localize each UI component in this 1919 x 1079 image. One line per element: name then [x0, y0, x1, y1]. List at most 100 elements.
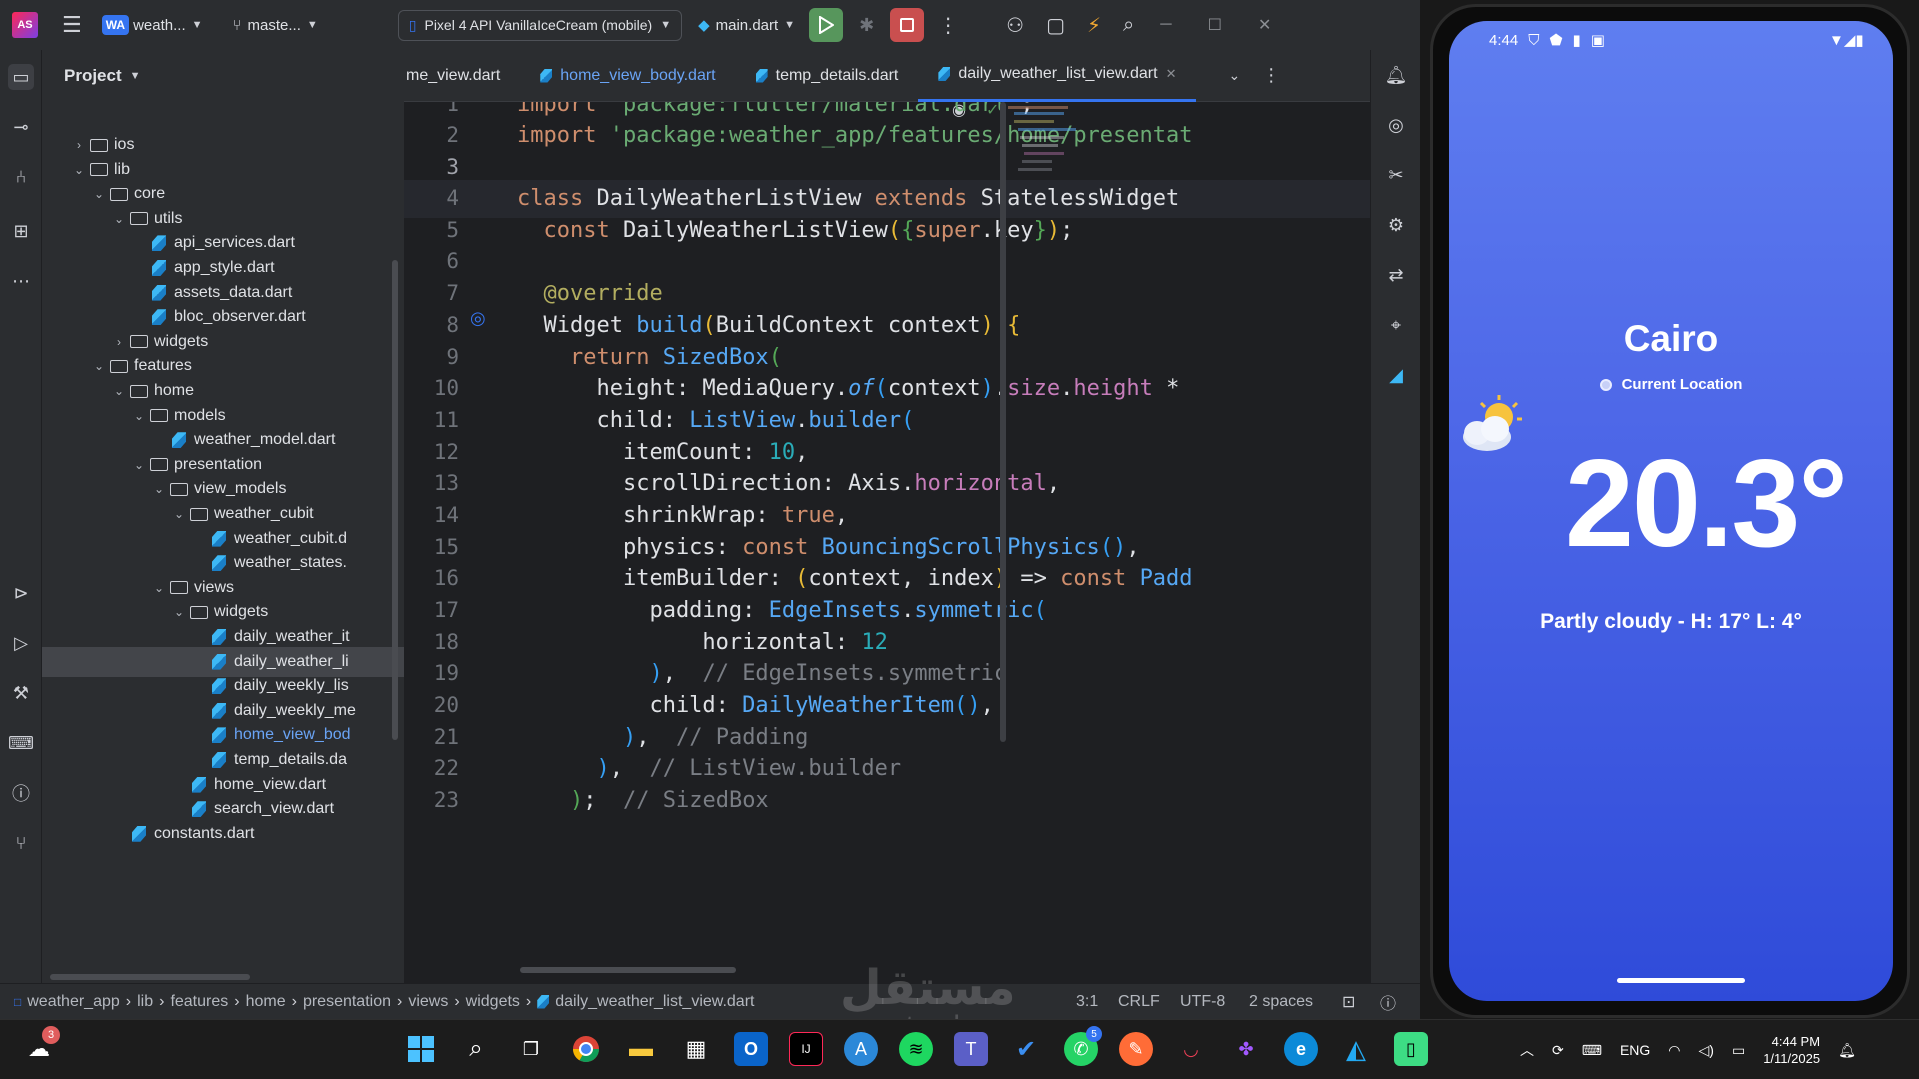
- pocket-icon[interactable]: ◡: [1174, 1032, 1208, 1066]
- volume-icon[interactable]: ◁): [1699, 1042, 1714, 1059]
- line-number[interactable]: 9: [404, 345, 459, 369]
- run-services-icon[interactable]: ⊳: [8, 580, 34, 606]
- search-icon[interactable]: ⌕: [459, 1032, 493, 1066]
- close-tab-icon[interactable]: ✕: [1166, 66, 1177, 82]
- chevron-down-icon[interactable]: ⌄: [172, 507, 186, 521]
- stop-button[interactable]: [890, 8, 925, 42]
- debug-icon[interactable]: ✱: [859, 15, 874, 36]
- line-number[interactable]: 1: [404, 102, 459, 116]
- terminal-icon[interactable]: ⌨: [8, 730, 34, 756]
- android-studio-icon[interactable]: IJ: [789, 1032, 823, 1066]
- phone-screen[interactable]: 4:44 ⛉ ⬟ ▮ ▣ ▼◢▮ Cairo Current Location: [1449, 21, 1893, 1001]
- line-number[interactable]: 10: [404, 376, 459, 400]
- edge-icon[interactable]: e: [1284, 1032, 1318, 1066]
- chevron-down-icon[interactable]: ⌄: [152, 482, 166, 496]
- line-number[interactable]: 22: [404, 756, 459, 780]
- cursor-position[interactable]: 3:1: [1076, 993, 1098, 1011]
- editor-vscrollbar[interactable]: [1000, 102, 1006, 742]
- sync-icon[interactable]: ⟳: [1552, 1042, 1564, 1059]
- project-panel-header[interactable]: Project ▼: [42, 50, 404, 102]
- teams-icon[interactable]: T: [954, 1032, 988, 1066]
- line-number[interactable]: 7: [404, 281, 459, 305]
- line-ending[interactable]: CRLF: [1118, 993, 1160, 1011]
- app-store-icon[interactable]: A: [844, 1032, 878, 1066]
- minimize-icon[interactable]: ─: [1160, 16, 1171, 34]
- weather-widget-icon[interactable]: ☁ 3: [22, 1026, 60, 1066]
- tabs-more-icon[interactable]: ⋮: [1262, 65, 1280, 86]
- chevron-down-icon[interactable]: ⌄: [172, 605, 186, 619]
- tab-home-view-body[interactable]: home_view_body.dart: [520, 50, 735, 102]
- editor-hscrollbar[interactable]: [520, 967, 736, 973]
- clock[interactable]: 4:44 PM 1/11/2025: [1763, 1033, 1820, 1067]
- close-icon[interactable]: ✕: [1258, 15, 1271, 35]
- breadcrumb-item[interactable]: features: [170, 993, 228, 1011]
- lock-icon[interactable]: ⊡: [1342, 992, 1355, 1012]
- run-tool-icon[interactable]: ▷: [8, 630, 34, 656]
- more-icon[interactable]: ⋮: [938, 13, 958, 38]
- chevron-right-icon[interactable]: ›: [72, 138, 86, 152]
- code-editor[interactable]: 1 2 3 4 5 6 7 8 9 10 11 12 13 14 15 16 17 18 19 20 21 22 23 ◎ …: [404, 102, 1370, 983]
- flutter-inspector-icon[interactable]: ✂: [1383, 162, 1409, 188]
- tree-hscrollbar[interactable]: [50, 974, 250, 980]
- device-explorer-icon[interactable]: ⚙: [1383, 212, 1409, 238]
- notifications-icon[interactable]: 🔔︎: [1383, 62, 1409, 88]
- chevron-down-icon[interactable]: ⌄: [152, 581, 166, 595]
- tray-chevron-icon[interactable]: ︿: [1520, 1040, 1534, 1060]
- breadcrumb-item[interactable]: presentation: [303, 993, 391, 1011]
- flutter-outline-icon[interactable]: ◢: [1383, 362, 1409, 388]
- line-number[interactable]: 12: [404, 440, 459, 464]
- line-number[interactable]: 21: [404, 725, 459, 749]
- file-explorer-icon[interactable]: ▬: [624, 1032, 658, 1066]
- postman-icon[interactable]: ✎: [1119, 1032, 1153, 1066]
- line-number[interactable]: 6: [404, 249, 459, 273]
- breadcrumb-item[interactable]: daily_weather_list_view.dart: [555, 993, 754, 1011]
- chevron-down-icon[interactable]: ⌄: [112, 384, 126, 398]
- git-icon[interactable]: ⑂: [8, 830, 34, 856]
- layout-inspector-icon[interactable]: ⌖: [1383, 312, 1409, 338]
- breadcrumb-item[interactable]: widgets: [466, 993, 520, 1011]
- keyboard-icon[interactable]: ⌨: [1582, 1042, 1602, 1059]
- breadcrumb-item[interactable]: weather_app: [27, 993, 120, 1011]
- line-number[interactable]: 2: [404, 123, 459, 147]
- branch-selector[interactable]: ⑂ maste... ▼: [233, 0, 318, 50]
- run-button[interactable]: [809, 8, 844, 42]
- line-number[interactable]: 8: [404, 313, 459, 337]
- structure-icon[interactable]: ⊞: [8, 218, 34, 244]
- breadcrumb-item[interactable]: home: [246, 993, 286, 1011]
- line-number[interactable]: 11: [404, 408, 459, 432]
- battery-icon[interactable]: ▭: [1732, 1042, 1745, 1059]
- wifi-icon[interactable]: ◠: [1668, 1042, 1680, 1059]
- line-number[interactable]: 23: [404, 788, 459, 812]
- indent-setting[interactable]: 2 spaces: [1249, 993, 1313, 1011]
- device-selector[interactable]: ▯ Pixel 4 API VanillaIceCream (mobile) ▼: [397, 9, 683, 41]
- line-number[interactable]: 17: [404, 598, 459, 622]
- main-menu-icon[interactable]: ☰: [62, 12, 82, 38]
- tab-temp-details[interactable]: temp_details.dart: [736, 50, 919, 102]
- spotify-icon[interactable]: ≋: [899, 1032, 933, 1066]
- override-marker-icon[interactable]: ◎: [470, 308, 486, 329]
- build-icon[interactable]: ⚒: [8, 680, 34, 706]
- tab-daily-weather-list-view[interactable]: daily_weather_list_view.dart ✕: [918, 50, 1197, 102]
- profile-add-icon[interactable]: ⚇: [1006, 13, 1024, 38]
- chevron-down-icon[interactable]: ⌄: [72, 163, 86, 177]
- chevron-down-icon[interactable]: ⌄: [132, 458, 146, 472]
- outlook-icon[interactable]: O: [734, 1032, 768, 1066]
- chevron-down-icon[interactable]: ⌄: [92, 359, 106, 373]
- chevron-down-icon[interactable]: ⌄: [132, 409, 146, 423]
- figma-icon[interactable]: ✤: [1229, 1032, 1263, 1066]
- run-config-selector[interactable]: ◆ main.dart ▼: [698, 0, 795, 50]
- start-icon[interactable]: [404, 1032, 438, 1066]
- notification-bell-icon[interactable]: 🔔︎: [1838, 1042, 1856, 1059]
- line-number[interactable]: 13: [404, 471, 459, 495]
- gemini-icon[interactable]: ◎: [1383, 112, 1409, 138]
- line-number[interactable]: 18: [404, 630, 459, 654]
- whatsapp-icon[interactable]: ✆ 5: [1064, 1026, 1102, 1066]
- tab-home-view[interactable]: me_view.dart: [404, 50, 520, 102]
- more-tools-icon[interactable]: ⋯: [8, 268, 34, 294]
- android-studio-logo[interactable]: AS: [12, 12, 38, 38]
- store-icon[interactable]: ▦: [679, 1032, 713, 1066]
- line-number[interactable]: 5: [404, 218, 459, 242]
- line-number[interactable]: 20: [404, 693, 459, 717]
- line-number[interactable]: 16: [404, 566, 459, 590]
- task-view-icon[interactable]: ❐: [514, 1032, 548, 1066]
